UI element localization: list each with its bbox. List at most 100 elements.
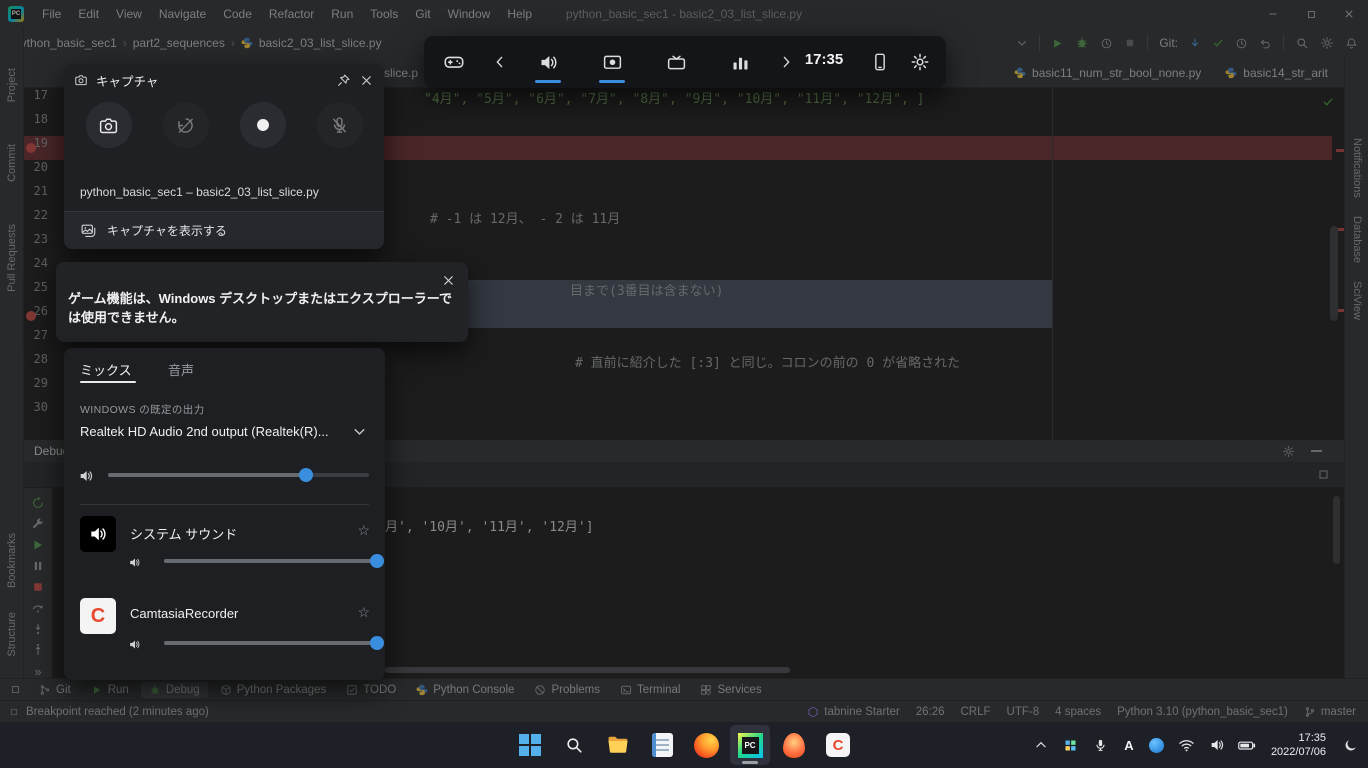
slider-fill bbox=[164, 641, 377, 645]
slider-thumb[interactable] bbox=[370, 636, 384, 650]
start-button[interactable] bbox=[510, 725, 550, 765]
taskbar-search-button[interactable] bbox=[554, 725, 594, 765]
favorite-star-icon[interactable]: ☆ bbox=[357, 522, 370, 539]
moon-icon bbox=[1343, 738, 1358, 753]
audio-widget: ミックス 音声 WINDOWS の既定の出力 Realtek HD Audio … bbox=[64, 348, 385, 680]
show-captures-label: キャプチャを表示する bbox=[107, 222, 227, 239]
capture-buttons bbox=[64, 102, 384, 148]
pycharm-icon bbox=[738, 733, 763, 758]
camtasia-app-icon: C bbox=[80, 598, 116, 634]
record-last-icon bbox=[175, 115, 196, 136]
toast-message: ゲーム機能は、Windows デスクトップまたはエクスプローラーでは使用できませ… bbox=[68, 290, 452, 328]
system-sounds-icon bbox=[80, 516, 116, 552]
audio-app-row: C CamtasiaRecorder ☆ bbox=[80, 598, 370, 678]
windows-logo-icon bbox=[519, 734, 541, 756]
speaker-icon bbox=[128, 556, 141, 569]
camera-icon bbox=[98, 115, 119, 136]
phone-icon bbox=[870, 52, 890, 72]
audio-app-name: CamtasiaRecorder bbox=[130, 606, 238, 621]
camtasia-logo: C bbox=[91, 605, 105, 628]
speaker-icon bbox=[88, 524, 108, 544]
capture-widget-icon bbox=[74, 73, 88, 87]
pin-icon[interactable] bbox=[336, 73, 351, 88]
chevron-up-icon bbox=[1034, 738, 1048, 752]
camtasia-button[interactable]: C bbox=[818, 725, 858, 765]
active-widget-indicator bbox=[535, 80, 561, 83]
gamebar-clock: 17:35 bbox=[792, 51, 856, 68]
favorite-star-icon[interactable]: ☆ bbox=[357, 604, 370, 621]
gallery-icon bbox=[80, 222, 97, 239]
screenshot-button[interactable] bbox=[86, 102, 132, 148]
file-explorer-button[interactable] bbox=[598, 725, 638, 765]
notes-icon bbox=[652, 733, 673, 757]
firefox-icon bbox=[694, 733, 719, 758]
pycharm-button[interactable] bbox=[730, 725, 770, 765]
app-volume-slider[interactable] bbox=[164, 554, 384, 568]
ime-mode-indicator[interactable]: A bbox=[1121, 738, 1137, 753]
performance-widget-button[interactable] bbox=[726, 48, 754, 76]
audio-app-name: システム サウンド bbox=[130, 524, 237, 543]
active-app-indicator bbox=[742, 761, 758, 764]
clock-date: 2022/07/06 bbox=[1271, 745, 1326, 759]
gamebar-toast: ゲーム機能は、Windows デスクトップまたはエクスプローラーでは使用できませ… bbox=[56, 262, 468, 342]
chevron-left-icon bbox=[492, 54, 508, 70]
windows-taskbar: C A 17:35 2022/07/06 bbox=[0, 722, 1368, 768]
gear-icon bbox=[910, 52, 930, 72]
network-button[interactable] bbox=[1177, 731, 1197, 759]
system-tray: A 17:35 2022/07/06 bbox=[1031, 731, 1360, 760]
toast-close-button[interactable] bbox=[438, 270, 458, 290]
gamepad-icon bbox=[443, 51, 465, 73]
slider-fill bbox=[108, 473, 306, 477]
broadcast-widget-button[interactable] bbox=[662, 48, 690, 76]
record-last-button[interactable] bbox=[163, 102, 209, 148]
battery-button[interactable] bbox=[1237, 731, 1257, 759]
tray-expand-button[interactable] bbox=[1031, 731, 1051, 759]
firefox-button[interactable] bbox=[686, 725, 726, 765]
flame-app-icon bbox=[783, 733, 805, 758]
capture-widget-header: キャプチャ bbox=[64, 64, 384, 96]
slider-fill bbox=[164, 559, 377, 563]
tray-mic-button[interactable] bbox=[1091, 731, 1111, 759]
app-volume-slider[interactable] bbox=[164, 636, 384, 650]
close-icon[interactable] bbox=[359, 73, 374, 88]
notes-app-button[interactable] bbox=[642, 725, 682, 765]
speaker-icon bbox=[128, 638, 141, 651]
slider-thumb[interactable] bbox=[370, 554, 384, 568]
performance-icon bbox=[730, 52, 751, 73]
gamebar-settings-button[interactable] bbox=[906, 48, 934, 76]
audio-widget-button[interactable] bbox=[534, 48, 562, 76]
close-icon bbox=[441, 273, 456, 288]
capture-widget-title: キャプチャ bbox=[96, 71, 328, 90]
audio-app-list: システム サウンド ☆ C CamtasiaRecorder ☆ bbox=[80, 348, 370, 680]
colored-grid-icon bbox=[1063, 738, 1078, 753]
search-icon bbox=[564, 735, 584, 755]
blue-app-icon bbox=[1149, 738, 1164, 753]
phone-link-button[interactable] bbox=[866, 48, 894, 76]
show-captures-button[interactable]: キャプチャを表示する bbox=[64, 211, 384, 249]
microphone-icon bbox=[1093, 738, 1108, 753]
speaker-icon bbox=[538, 52, 559, 73]
slider-thumb[interactable] bbox=[299, 468, 313, 482]
screen: FileEditViewNavigateCodeRefactorRunTools… bbox=[0, 0, 1368, 768]
tray-app-button[interactable] bbox=[1061, 731, 1081, 759]
focus-assist-button[interactable] bbox=[1340, 731, 1360, 759]
taskbar-center: C bbox=[510, 725, 858, 765]
volume-button[interactable] bbox=[1207, 731, 1227, 759]
taskbar-clock[interactable]: 17:35 2022/07/06 bbox=[1271, 731, 1326, 760]
folder-icon bbox=[606, 733, 630, 757]
camtasia-icon: C bbox=[826, 733, 850, 757]
capture-icon bbox=[602, 52, 623, 73]
record-dot-icon bbox=[252, 114, 274, 136]
orange-app-button[interactable] bbox=[774, 725, 814, 765]
record-button[interactable] bbox=[240, 102, 286, 148]
tray-blue-app-button[interactable] bbox=[1147, 731, 1167, 759]
wifi-icon bbox=[1178, 737, 1195, 754]
mic-toggle-button[interactable] bbox=[317, 102, 363, 148]
battery-icon bbox=[1237, 736, 1256, 755]
master-volume-slider[interactable] bbox=[108, 468, 369, 482]
broadcast-icon bbox=[666, 52, 687, 73]
mic-off-icon bbox=[329, 115, 350, 136]
capture-widget-button[interactable] bbox=[598, 48, 626, 76]
collapse-left-button[interactable] bbox=[486, 48, 514, 76]
widgets-menu-button[interactable] bbox=[440, 48, 468, 76]
